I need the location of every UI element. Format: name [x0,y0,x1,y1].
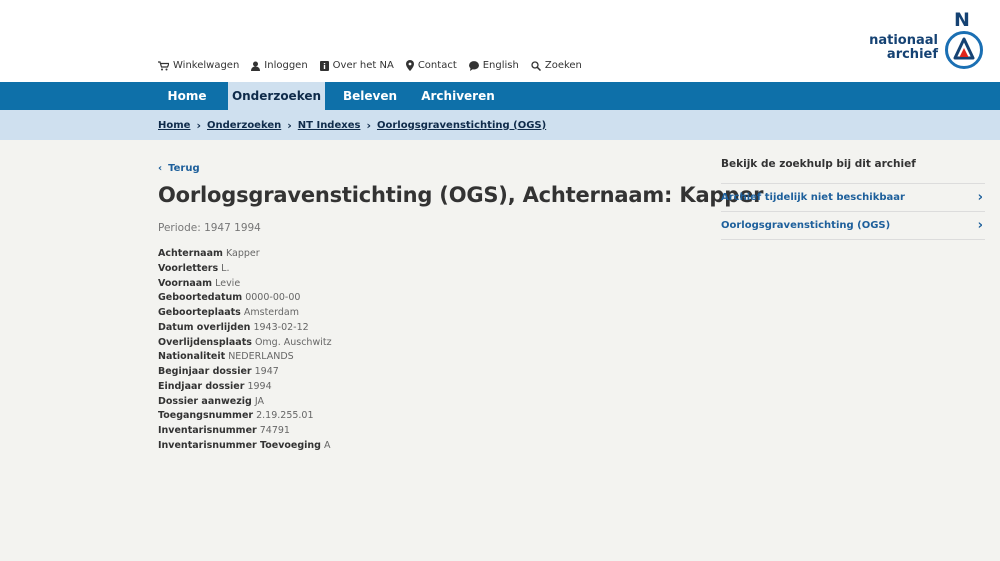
detail-value: Omg. Auschwitz [254,336,332,348]
detail-value: NEDERLANDS [228,351,294,363]
detail-label: Nationaliteit [158,351,226,363]
chevron-right-icon: › [196,118,201,132]
nav-onderzoeken[interactable]: Onderzoeken [228,82,325,110]
detail-label: Datum overlijden [158,321,251,333]
about-label: Over het NA [332,60,394,71]
detail-value: A [324,439,331,451]
contact-label: Contact [417,60,457,71]
detail-value: 1943-02-12 [253,321,309,333]
speech-bubble-icon [468,60,479,71]
detail-value: JA [254,395,264,407]
search-label: Zoeken [544,60,582,71]
sidebar-link-archief-niet-beschikbaar[interactable]: Archief tijdelijk niet beschikbaar › [721,184,985,212]
search-icon [531,60,541,71]
back-label: Terug [168,163,200,174]
about-link[interactable]: Over het NA [319,60,394,71]
detail-row: Toegangsnummer 2.19.255.01 [158,409,332,424]
chevron-right-icon: › [287,118,292,132]
sidebar-link-label: Archief tijdelijk niet beschikbaar [721,192,905,203]
chevron-right-icon: › [366,118,371,132]
detail-row: Overlijdensplaats Omg. Auschwitz [158,336,332,351]
cart-link[interactable]: Winkelwagen [158,60,239,71]
detail-value: Kapper [225,248,260,259]
nationaal-archief-logo[interactable]: N nationaal archief [868,8,988,72]
detail-label: Voorletters [158,262,219,274]
language-label: English [482,60,519,71]
detail-value: Levie [215,277,241,289]
detail-label: Overlijdensplaats [158,336,252,348]
contact-link[interactable]: Contact [405,60,457,71]
detail-row: Geboortedatum 0000-00-00 [158,291,332,306]
detail-row: Eindjaar dossier 1994 [158,380,332,395]
detail-label: Voornaam [158,277,213,289]
breadcrumb-bar: Home › Onderzoeken › NT Indexes › Oorlog… [0,110,1000,140]
detail-label: Geboorteplaats [158,307,241,318]
detail-value: 74791 [259,425,290,436]
main-nav: Home Onderzoeken Beleven Archiveren [0,82,1000,110]
detail-label: Achternaam [158,248,223,259]
detail-value: 1947 [254,366,279,377]
sidebar-title: Bekijk de zoekhulp bij dit archief [721,155,985,184]
language-link[interactable]: English [468,60,519,71]
site-header: Winkelwagen Inloggen Over het NA Contact… [0,0,1000,82]
breadcrumb: Home › Onderzoeken › NT Indexes › Oorlog… [158,110,546,140]
detail-value: L. [221,262,230,274]
nav-beleven[interactable]: Beleven [337,82,403,110]
breadcrumb-home[interactable]: Home [158,120,190,131]
sidebar-link-label: Oorlogsgravenstichting (OGS) [721,220,891,231]
logo-triangle-icon [953,37,975,60]
detail-label: Inventarisnummer Toevoeging [158,439,321,451]
chevron-right-icon: › [977,218,983,233]
utility-nav: Winkelwagen Inloggen Over het NA Contact… [158,60,582,71]
detail-label: Beginjaar dossier [158,366,252,377]
logo-emblem [945,31,983,69]
period-text: Periode: 1947 1994 [158,222,261,234]
detail-row: Voorletters L. [158,262,332,277]
detail-label: Dossier aanwezig [158,395,252,407]
detail-value: 1994 [247,380,272,392]
detail-value: 0000-00-00 [245,292,301,304]
cart-icon [158,60,169,71]
search-link[interactable]: Zoeken [531,60,582,71]
detail-row: Dossier aanwezig JA [158,395,332,410]
chevron-left-icon: ‹ [158,163,163,174]
breadcrumb-nt-indexes[interactable]: NT Indexes [298,120,361,131]
record-details: Achternaam Kapper Voorletters L. Voornaa… [158,247,332,454]
breadcrumb-ogs[interactable]: Oorlogsgravenstichting (OGS) [377,120,546,131]
detail-row: Inventarisnummer 74791 [158,424,332,439]
back-link[interactable]: ‹ Terug [158,163,200,174]
nav-archiveren[interactable]: Archiveren [415,82,501,110]
detail-value: Amsterdam [243,307,299,318]
chevron-right-icon: › [977,190,983,205]
logo-line1: nationaal [869,33,938,48]
cart-label: Winkelwagen [173,60,240,71]
detail-row: Nationaliteit NEDERLANDS [158,350,332,365]
detail-label: Toegangsnummer [158,410,254,422]
logo-line2: archief [886,47,938,62]
detail-label: Geboortedatum [158,292,243,304]
user-icon [251,61,261,71]
detail-row: Voornaam Levie [158,277,332,292]
page-title: Oorlogsgravenstichting (OGS), Achternaam… [158,183,764,207]
login-label: Inloggen [264,60,308,71]
detail-row: Beginjaar dossier 1947 [158,365,332,380]
detail-value: 2.19.255.01 [256,410,314,422]
sidebar-link-ogs[interactable]: Oorlogsgravenstichting (OGS) › [721,212,985,240]
detail-row: Achternaam Kapper [158,247,332,262]
detail-row: Datum overlijden 1943-02-12 [158,321,332,336]
detail-row: Inventarisnummer Toevoeging A [158,439,332,454]
logo-letter: N [954,9,970,31]
detail-row: Geboorteplaats Amsterdam [158,306,332,321]
login-link[interactable]: Inloggen [251,60,308,71]
logo-wordmark: nationaal archief [869,34,938,62]
detail-label: Inventarisnummer [158,425,257,436]
search-help-sidebar: Bekijk de zoekhulp bij dit archief Archi… [721,155,985,240]
breadcrumb-onderzoeken[interactable]: Onderzoeken [207,120,281,131]
location-pin-icon [405,60,414,71]
detail-label: Eindjaar dossier [158,380,245,392]
info-icon [319,60,329,71]
nav-home[interactable]: Home [158,82,216,110]
